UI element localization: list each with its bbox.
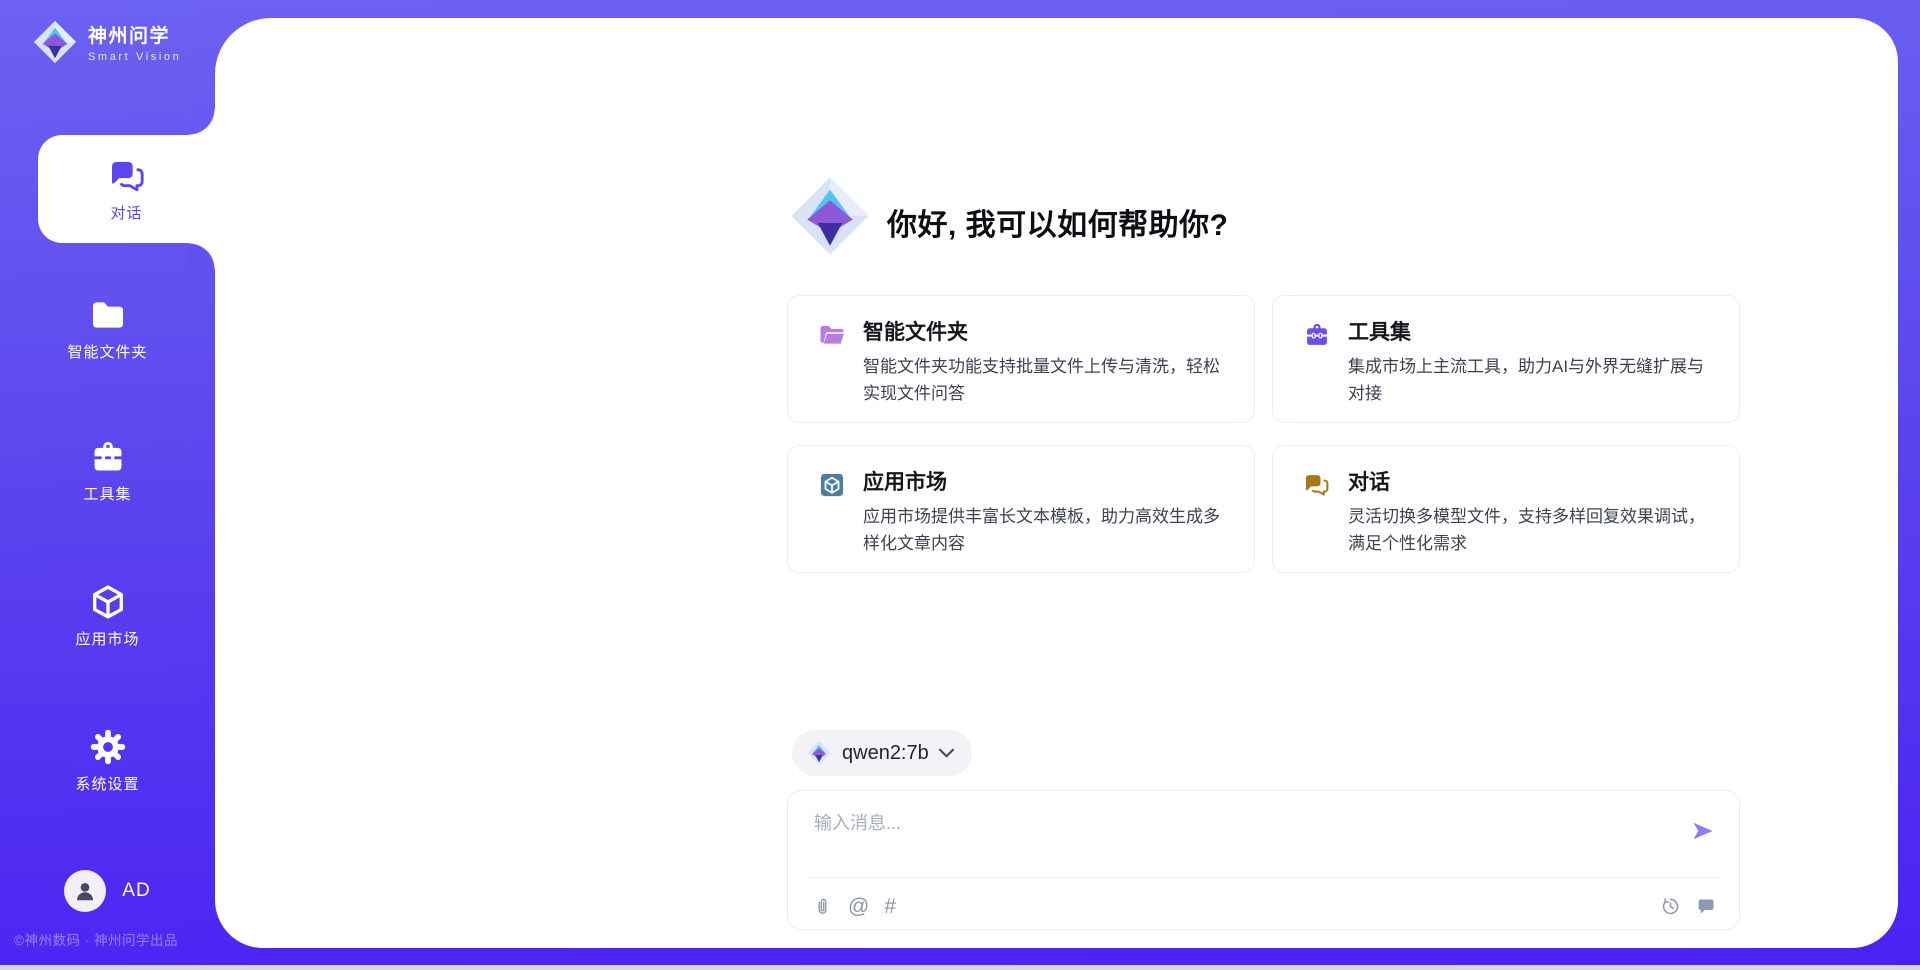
avatar bbox=[64, 870, 106, 912]
card-smart-folder[interactable]: 智能文件夹 智能文件夹功能支持批量文件上传与清洗，轻松实现文件问答 bbox=[787, 295, 1255, 423]
composer-toolbar: @ # bbox=[812, 889, 1717, 923]
chevron-down-icon bbox=[939, 748, 954, 758]
sidebar: 神州问学 Smart Vision 对话 智能文件夹 bbox=[0, 0, 215, 970]
user-profile[interactable]: AD bbox=[0, 870, 215, 912]
composer: @ # bbox=[787, 790, 1740, 930]
main-panel: 你好, 我可以如何帮助你? 智能文件夹 智能文件夹功能支持批量文件上传与清洗，轻… bbox=[215, 18, 1898, 948]
cube-icon bbox=[88, 583, 128, 621]
send-plane-icon bbox=[1690, 818, 1716, 844]
copyright: ©神州数码 · 神州问学出品 bbox=[14, 929, 178, 949]
card-description: 灵活切换多模型文件，支持多样回复效果调试，满足个性化需求 bbox=[1348, 504, 1715, 557]
folder-icon bbox=[88, 296, 128, 334]
sidebar-item-label: 系统设置 bbox=[75, 773, 139, 794]
history-button[interactable] bbox=[1660, 896, 1681, 917]
card-title: 对话 bbox=[1348, 470, 1715, 495]
card-chat[interactable]: 对话 灵活切换多模型文件，支持多样回复效果调试，满足个性化需求 bbox=[1272, 445, 1740, 573]
sidebar-item-app-market[interactable]: 应用市场 bbox=[0, 583, 215, 649]
chat-bubble-icon bbox=[1696, 896, 1717, 917]
sidebar-item-chat[interactable]: 对话 bbox=[38, 135, 215, 243]
brand-subtitle: Smart Vision bbox=[88, 51, 181, 63]
brand: 神州问学 Smart Vision bbox=[32, 19, 181, 65]
briefcase-icon bbox=[1303, 321, 1331, 349]
gear-icon bbox=[88, 728, 128, 766]
brand-diamond-icon bbox=[806, 740, 832, 766]
sidebar-item-label: 对话 bbox=[110, 202, 142, 223]
sidebar-item-smart-folder[interactable]: 智能文件夹 bbox=[0, 296, 215, 362]
folder-open-icon bbox=[818, 321, 846, 349]
card-description: 集成市场上主流工具，助力AI与外界无缝扩展与对接 bbox=[1348, 354, 1715, 407]
attach-file-button[interactable] bbox=[812, 896, 833, 917]
brand-diamond-icon bbox=[32, 19, 78, 65]
cube-grid-icon bbox=[818, 471, 846, 499]
assistant-logo-icon bbox=[788, 174, 872, 258]
model-selector[interactable]: qwen2:7b bbox=[792, 730, 972, 776]
person-icon bbox=[72, 878, 98, 904]
new-chat-button[interactable] bbox=[1696, 896, 1717, 917]
greeting-title: 你好, 我可以如何帮助你? bbox=[887, 200, 1229, 244]
user-name: AD bbox=[122, 880, 150, 902]
paperclip-icon bbox=[812, 896, 833, 917]
card-description: 应用市场提供丰富长文本模板，助力高效生成多样化文章内容 bbox=[863, 504, 1230, 557]
card-title: 应用市场 bbox=[863, 470, 1230, 495]
hash-icon: # bbox=[884, 896, 896, 917]
sidebar-item-label: 智能文件夹 bbox=[67, 341, 147, 362]
model-name: qwen2:7b bbox=[842, 742, 929, 765]
at-icon: @ bbox=[848, 896, 869, 917]
card-toolset[interactable]: 工具集 集成市场上主流工具，助力AI与外界无缝扩展与对接 bbox=[1272, 295, 1740, 423]
message-input[interactable] bbox=[812, 807, 1666, 869]
sidebar-item-label: 工具集 bbox=[83, 483, 131, 504]
card-title: 智能文件夹 bbox=[863, 320, 1230, 345]
composer-divider bbox=[808, 877, 1719, 878]
chat-bubbles-icon bbox=[1303, 471, 1331, 499]
card-description: 智能文件夹功能支持批量文件上传与清洗，轻松实现文件问答 bbox=[863, 354, 1230, 407]
app-root: 神州问学 Smart Vision 对话 智能文件夹 bbox=[0, 0, 1920, 970]
sidebar-item-label: 应用市场 bbox=[75, 628, 139, 649]
mention-button[interactable]: @ bbox=[848, 896, 869, 917]
card-title: 工具集 bbox=[1348, 320, 1715, 345]
chat-bubbles-icon bbox=[106, 156, 148, 196]
card-app-market[interactable]: 应用市场 应用市场提供丰富长文本模板，助力高效生成多样化文章内容 bbox=[787, 445, 1255, 573]
briefcase-icon bbox=[88, 438, 128, 476]
send-button[interactable] bbox=[1685, 813, 1721, 849]
topic-button[interactable]: # bbox=[884, 896, 896, 917]
window-bottom-edge bbox=[0, 965, 1920, 970]
sidebar-item-toolset[interactable]: 工具集 bbox=[0, 438, 215, 504]
tab-fillet-top bbox=[189, 109, 215, 135]
brand-name: 神州问学 bbox=[88, 21, 181, 48]
history-icon bbox=[1660, 896, 1681, 917]
sidebar-item-settings[interactable]: 系统设置 bbox=[0, 728, 215, 794]
tab-fillet-bottom bbox=[189, 243, 215, 269]
